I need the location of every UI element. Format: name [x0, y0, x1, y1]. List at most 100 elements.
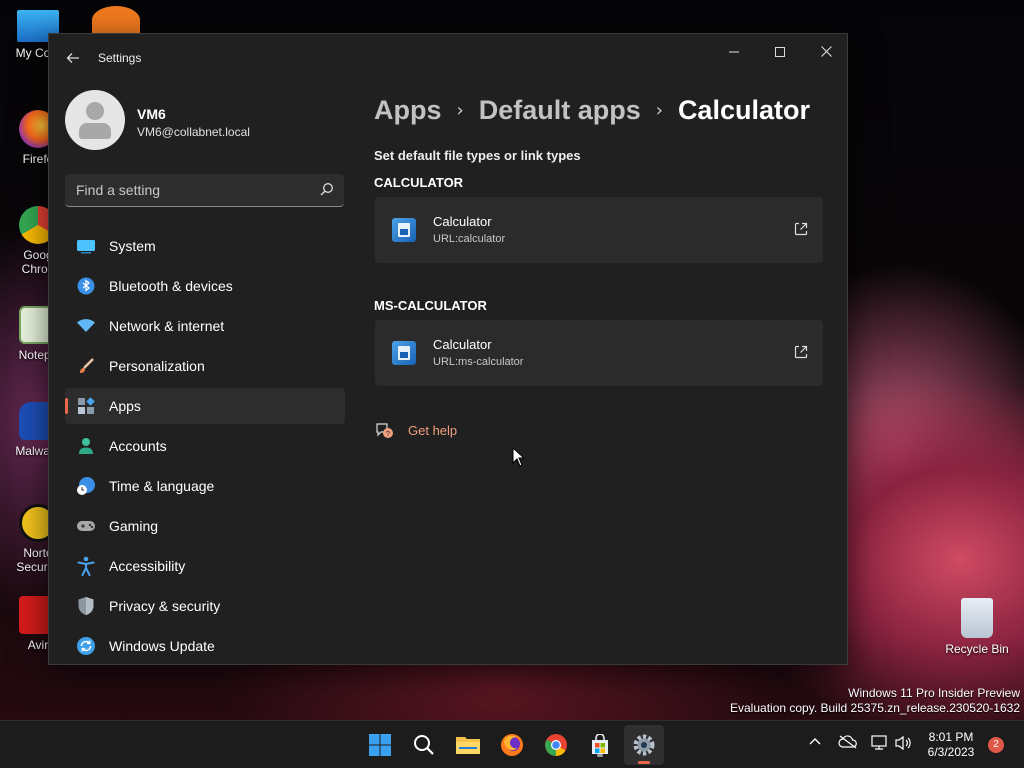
search-icon[interactable] [320, 182, 334, 196]
sidebar-item-windows-update[interactable]: Windows Update [65, 628, 345, 664]
sidebar-item-label: Apps [109, 398, 141, 414]
sidebar-item-time-language[interactable]: Time & language [65, 468, 345, 504]
recycle-bin-icon [961, 598, 993, 638]
breadcrumb: Apps › Default apps › Calculator [374, 90, 810, 130]
default-app-card-calculator[interactable]: Calculator URL:calculator [375, 197, 823, 263]
accounts-icon [76, 436, 96, 456]
search-input[interactable] [65, 174, 305, 206]
close-button[interactable] [803, 38, 849, 68]
watermark-line-2: Evaluation copy. Build 25375.zn_release.… [730, 701, 1020, 715]
file-explorer-icon [456, 737, 480, 754]
get-help-label: Get help [408, 422, 458, 438]
sidebar-item-label: Bluetooth & devices [109, 278, 233, 294]
back-arrow-icon [66, 53, 79, 63]
user-name: VM6 [137, 106, 166, 122]
volume-tray[interactable] [894, 735, 912, 755]
network-tray[interactable] [870, 735, 888, 755]
store-icon [592, 734, 608, 754]
section-description: Set default file types or link types [374, 148, 581, 163]
sidebar-item-label: Accessibility [109, 558, 186, 574]
minimize-icon [729, 51, 739, 53]
cloud-offline-icon [838, 735, 857, 749]
start-button[interactable] [366, 731, 394, 759]
taskbar-settings[interactable] [624, 725, 664, 765]
page-title: Calculator [677, 94, 810, 125]
svg-text:?: ? [386, 431, 390, 438]
group-header-ms-calculator: MS-CALCULATOR [374, 298, 487, 313]
onedrive-tray[interactable] [838, 735, 858, 753]
taskbar: 8:01 PM 6/3/2023 2 [0, 720, 1024, 768]
chrome-icon [545, 734, 567, 756]
maximize-button[interactable] [757, 38, 803, 68]
open-external-icon[interactable] [793, 344, 809, 360]
wifi-icon [76, 316, 96, 336]
search-box[interactable] [65, 174, 344, 207]
update-icon [76, 636, 96, 656]
settings-icon [633, 734, 655, 756]
breadcrumb-default-apps[interactable]: Default apps [479, 95, 641, 126]
bluetooth-icon [76, 276, 96, 296]
close-icon [820, 46, 832, 57]
clock-time: 8:01 PM [928, 730, 974, 744]
sidebar-item-network[interactable]: Network & internet [65, 308, 345, 344]
minimize-button[interactable] [711, 38, 757, 68]
running-indicator [597, 754, 603, 757]
open-external-icon[interactable] [793, 221, 809, 237]
sidebar-item-personalization[interactable]: Personalization [65, 348, 345, 384]
sidebar-item-apps[interactable]: Apps [65, 388, 345, 424]
desktop-icon-label: Recycle Bin [945, 642, 1009, 656]
search-icon [414, 735, 434, 755]
sidebar-item-privacy[interactable]: Privacy & security [65, 588, 345, 624]
card-app-name: Calculator [433, 337, 492, 352]
sidebar-item-label: Privacy & security [109, 598, 221, 614]
back-button[interactable] [63, 48, 83, 68]
gamepad-icon [76, 516, 96, 536]
sidebar-item-gaming[interactable]: Gaming [65, 508, 345, 544]
chevron-right-icon: › [655, 99, 663, 121]
default-app-card-ms-calculator[interactable]: Calculator URL:ms-calculator [375, 320, 823, 386]
start-icon [369, 734, 391, 756]
sidebar-item-accounts[interactable]: Accounts [65, 428, 345, 464]
sidebar-item-accessibility[interactable]: Accessibility [65, 548, 345, 584]
desktop-icon-recycle-bin[interactable]: Recycle Bin [942, 598, 1012, 656]
active-indicator [638, 761, 650, 764]
card-link-type: URL:calculator [433, 233, 506, 245]
chevron-up-icon [809, 738, 821, 745]
sidebar-item-label: Personalization [109, 358, 205, 374]
sidebar-item-label: Windows Update [109, 638, 215, 654]
avatar-body [79, 123, 111, 139]
desktop-icon-vlc[interactable] [92, 6, 140, 34]
watermark-line-1: Windows 11 Pro Insider Preview [848, 686, 1020, 700]
user-email: VM6@collabnet.local [137, 125, 250, 139]
taskbar-firefox[interactable] [498, 731, 526, 759]
taskbar-clock[interactable]: 8:01 PM 6/3/2023 [916, 730, 986, 760]
title-bar[interactable]: Settings [49, 34, 847, 82]
evaluation-watermark: Windows 11 Pro Insider Preview Evaluatio… [730, 686, 1020, 716]
sidebar-item-system[interactable]: System [65, 228, 345, 264]
sidebar-nav: System Bluetooth & devices Network & int… [65, 228, 345, 668]
sidebar-item-label: System [109, 238, 156, 254]
taskbar-search-button[interactable] [410, 731, 438, 759]
window-title: Settings [98, 51, 142, 65]
apps-icon [76, 396, 96, 416]
get-help-link[interactable]: ? Get help [374, 420, 457, 440]
maximize-icon [775, 47, 785, 57]
settings-window: Settings VM6 VM6@collabnet.local System … [48, 33, 848, 665]
taskbar-store[interactable] [586, 731, 614, 759]
show-hidden-icons-button[interactable] [808, 735, 822, 753]
mouse-cursor-icon [512, 447, 526, 467]
taskbar-file-explorer[interactable] [454, 731, 482, 759]
card-app-name: Calculator [433, 214, 492, 229]
volume-icon [895, 735, 911, 751]
notification-badge[interactable]: 2 [988, 737, 1004, 753]
sidebar-item-bluetooth[interactable]: Bluetooth & devices [65, 268, 345, 304]
calculator-icon [392, 341, 416, 365]
calculator-icon [392, 218, 416, 242]
group-header-calculator: CALCULATOR [374, 175, 464, 190]
system-icon [76, 236, 96, 256]
taskbar-chrome[interactable] [542, 731, 570, 759]
breadcrumb-apps[interactable]: Apps [374, 95, 442, 126]
firefox-icon [501, 734, 523, 756]
avatar[interactable] [65, 90, 125, 150]
sidebar-item-label: Accounts [109, 438, 167, 454]
